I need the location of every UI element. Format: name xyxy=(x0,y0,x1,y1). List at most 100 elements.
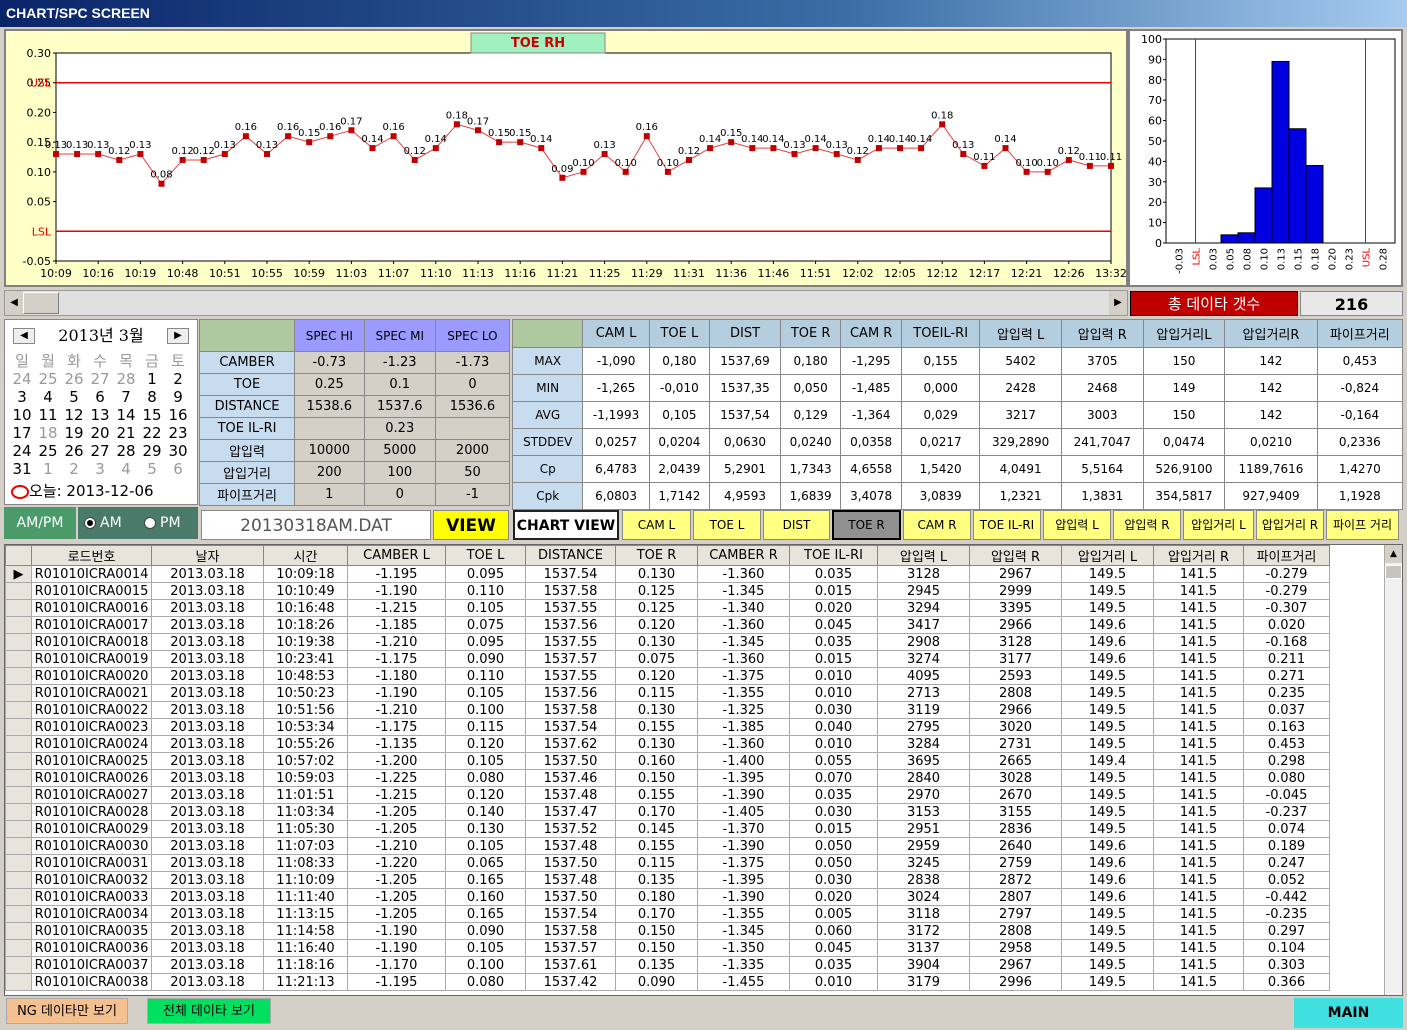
table-cell[interactable]: 0.080 xyxy=(445,973,526,991)
table-cell[interactable]: 0.105 xyxy=(445,599,526,617)
table-cell[interactable]: R01010ICRA0015 xyxy=(31,582,152,600)
table-cell[interactable]: R01010ICRA0017 xyxy=(31,616,152,634)
table-cell[interactable]: 149.5 xyxy=(1061,905,1154,923)
table-cell[interactable]: 0.050 xyxy=(789,837,878,855)
table-cell[interactable]: R01010ICRA0022 xyxy=(31,701,152,719)
table-cell[interactable]: 1537.62 xyxy=(525,735,616,753)
view-button[interactable]: VIEW xyxy=(433,510,509,540)
calendar-day[interactable]: 1 xyxy=(35,460,61,478)
table-row[interactable]: R01010ICRA0024 2013.03.18 10:55:26 -1.135 0.… xyxy=(5,735,1330,753)
table-cell[interactable]: 0.035 xyxy=(789,565,878,583)
table-cell[interactable]: 0.115 xyxy=(615,854,698,872)
select-button-3[interactable]: TOE R xyxy=(832,510,901,540)
table-cell[interactable]: 141.5 xyxy=(1153,752,1244,770)
row-selector[interactable] xyxy=(5,820,32,838)
table-cell[interactable]: 10:18:26 xyxy=(263,616,348,634)
table-cell[interactable]: 0.090 xyxy=(615,973,698,991)
table-cell[interactable]: 149.6 xyxy=(1061,650,1154,668)
table-cell[interactable]: R01010ICRA0028 xyxy=(31,803,152,821)
table-cell[interactable]: -1.135 xyxy=(347,735,446,753)
table-cell[interactable]: 2013.03.18 xyxy=(151,684,264,702)
table-cell[interactable]: 141.5 xyxy=(1153,956,1244,974)
table-cell[interactable]: 3028 xyxy=(969,769,1062,787)
table-cell[interactable]: 0.170 xyxy=(615,803,698,821)
table-cell[interactable]: 10:51:56 xyxy=(263,701,348,719)
table-cell[interactable]: -1.205 xyxy=(347,905,446,923)
table-cell[interactable]: 2013.03.18 xyxy=(151,973,264,991)
table-cell[interactable]: -1.360 xyxy=(697,735,790,753)
table-cell[interactable]: R01010ICRA0023 xyxy=(31,718,152,736)
table-cell[interactable]: 0.247 xyxy=(1243,854,1330,872)
table-cell[interactable]: 3118 xyxy=(877,905,970,923)
table-cell[interactable]: 0.052 xyxy=(1243,871,1330,889)
table-cell[interactable]: 3128 xyxy=(877,565,970,583)
spec-cell[interactable]: 0 xyxy=(363,483,436,506)
table-cell[interactable]: -1.340 xyxy=(697,599,790,617)
table-cell[interactable]: 149.6 xyxy=(1061,854,1154,872)
table-row[interactable]: R01010ICRA0020 2013.03.18 10:48:53 -1.180 0.… xyxy=(5,667,1330,685)
select-button-9[interactable]: 압입거리 R xyxy=(1256,510,1324,540)
calendar-day[interactable]: 4 xyxy=(113,460,139,478)
table-cell[interactable]: 2838 xyxy=(877,871,970,889)
table-cell[interactable]: 2013.03.18 xyxy=(151,820,264,838)
table-cell[interactable]: 141.5 xyxy=(1153,888,1244,906)
table-cell[interactable]: 1537.58 xyxy=(525,701,616,719)
table-cell[interactable]: -0.235 xyxy=(1243,905,1330,923)
table-row[interactable]: R01010ICRA0016 2013.03.18 10:16:48 -1.215 0.… xyxy=(5,599,1330,617)
column-header[interactable]: TOE IL-RI xyxy=(789,545,878,566)
table-cell[interactable]: 1537.48 xyxy=(525,786,616,804)
table-cell[interactable]: R01010ICRA0014 xyxy=(31,565,152,583)
table-cell[interactable]: 10:19:38 xyxy=(263,633,348,651)
table-cell[interactable]: R01010ICRA0031 xyxy=(31,854,152,872)
table-cell[interactable]: -0.168 xyxy=(1243,633,1330,651)
table-cell[interactable]: 2670 xyxy=(969,786,1062,804)
table-cell[interactable]: 2808 xyxy=(969,922,1062,940)
table-cell[interactable]: 149.6 xyxy=(1061,837,1154,855)
table-cell[interactable]: 0.150 xyxy=(615,939,698,957)
column-header[interactable]: 시간 xyxy=(263,545,348,566)
table-cell[interactable]: 1537.42 xyxy=(525,973,616,991)
table-cell[interactable]: -1.390 xyxy=(697,786,790,804)
table-cell[interactable]: 0.074 xyxy=(1243,820,1330,838)
table-cell[interactable]: 1537.52 xyxy=(525,820,616,838)
table-cell[interactable]: -1.210 xyxy=(347,837,446,855)
calendar-day[interactable]: 3 xyxy=(9,388,35,406)
table-cell[interactable]: 2665 xyxy=(969,752,1062,770)
table-cell[interactable]: 4095 xyxy=(877,667,970,685)
spec-cell[interactable]: 10000 xyxy=(294,439,365,462)
row-selector[interactable] xyxy=(5,854,32,872)
table-cell[interactable]: 0.110 xyxy=(445,582,526,600)
table-row[interactable]: R01010ICRA0037 2013.03.18 11:18:16 -1.170 0.… xyxy=(5,956,1330,974)
table-cell[interactable]: R01010ICRA0020 xyxy=(31,667,152,685)
table-cell[interactable]: 1537.54 xyxy=(525,905,616,923)
select-button-7[interactable]: 압입력 R xyxy=(1113,510,1181,540)
table-cell[interactable]: 2013.03.18 xyxy=(151,752,264,770)
calendar-day[interactable]: 23 xyxy=(165,424,191,442)
row-selector[interactable] xyxy=(5,582,32,600)
table-cell[interactable]: 10:23:41 xyxy=(263,650,348,668)
calendar-day[interactable]: 11 xyxy=(35,406,61,424)
table-cell[interactable]: 0.453 xyxy=(1243,735,1330,753)
table-cell[interactable]: R01010ICRA0037 xyxy=(31,956,152,974)
table-cell[interactable]: 2593 xyxy=(969,667,1062,685)
calendar-day[interactable]: 6 xyxy=(87,388,113,406)
table-cell[interactable]: R01010ICRA0019 xyxy=(31,650,152,668)
table-cell[interactable]: -1.390 xyxy=(697,888,790,906)
table-cell[interactable]: -1.355 xyxy=(697,905,790,923)
row-selector[interactable] xyxy=(5,905,32,923)
table-cell[interactable]: 141.5 xyxy=(1153,735,1244,753)
select-button-4[interactable]: CAM R xyxy=(903,510,971,540)
table-cell[interactable]: 2013.03.18 xyxy=(151,922,264,940)
table-cell[interactable]: 141.5 xyxy=(1153,650,1244,668)
table-cell[interactable]: 11:16:40 xyxy=(263,939,348,957)
table-cell[interactable]: 0.104 xyxy=(1243,939,1330,957)
table-cell[interactable]: 0.010 xyxy=(789,684,878,702)
table-cell[interactable]: R01010ICRA0038 xyxy=(31,973,152,991)
table-cell[interactable]: 0.303 xyxy=(1243,956,1330,974)
table-row[interactable]: R01010ICRA0017 2013.03.18 10:18:26 -1.185 0.… xyxy=(5,616,1330,634)
table-cell[interactable]: 0.145 xyxy=(615,820,698,838)
table-cell[interactable]: R01010ICRA0029 xyxy=(31,820,152,838)
table-cell[interactable]: 3179 xyxy=(877,973,970,991)
table-cell[interactable]: 149.5 xyxy=(1061,582,1154,600)
table-cell[interactable]: 0.130 xyxy=(445,820,526,838)
